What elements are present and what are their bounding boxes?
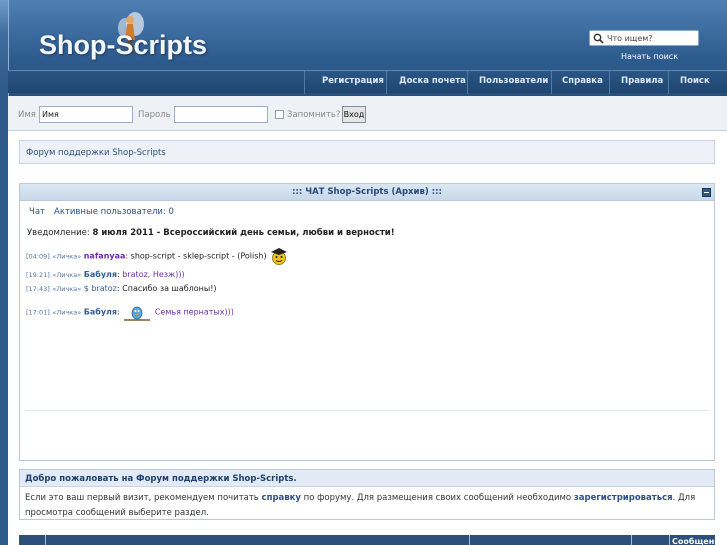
message-user[interactable]: Бабуля — [84, 308, 117, 317]
username-input[interactable]: Имя — [39, 106, 133, 123]
forum-table-header: Сообщени — [19, 535, 720, 545]
chat-panel: ::: ЧАТ Shop-Scripts (Архив) ::: Чат Акт… — [19, 183, 715, 461]
login-button[interactable]: Вход — [342, 106, 366, 123]
welcome-panel: Добро пожаловать на Форум поддержки Shop… — [19, 469, 715, 520]
search-submit-link[interactable]: Начать поиск — [621, 52, 678, 61]
username-label: Имя — [18, 110, 36, 120]
nav-divider — [304, 71, 305, 94]
nav-divider — [609, 71, 610, 94]
private-message-link[interactable]: «Личка» — [52, 285, 81, 293]
breadcrumb-forum-link[interactable]: Форум поддержки Shop-Scripts — [26, 148, 166, 158]
private-message-link[interactable]: «Личка» — [52, 309, 81, 317]
message-user[interactable]: Бабуля — [84, 270, 117, 279]
remember-label: Запомнить? — [287, 110, 341, 120]
column-divider — [669, 535, 670, 545]
notice-text: 8 июля 2011 - Всероссийский день семьи, … — [92, 228, 395, 238]
password-input[interactable] — [174, 106, 268, 123]
chat-message: [17:01] «Личка» Бабуля: Семья пернатых))… — [26, 302, 234, 322]
column-divider — [45, 535, 46, 545]
chat-body: Чат Активные пользователи: 0 Уведомление… — [20, 202, 714, 460]
nav-help[interactable]: Справка — [562, 76, 603, 86]
birds-smiley-icon — [124, 306, 151, 321]
nav-divider — [668, 71, 669, 94]
nav-search[interactable]: Поиск — [680, 76, 710, 86]
column-divider — [631, 535, 632, 545]
search-icon — [593, 33, 604, 44]
welcome-header: Добро пожаловать на Форум поддержки Shop… — [20, 470, 714, 487]
remember-checkbox[interactable] — [275, 110, 284, 119]
message-text: bratoz, Незж))) — [122, 270, 185, 279]
nav-rules[interactable]: Правила — [621, 76, 663, 86]
column-posts-label: Сообщени — [672, 537, 720, 545]
register-link[interactable]: зарегистрироваться — [574, 493, 673, 503]
column-divider — [469, 535, 470, 545]
login-bar: Имя Имя Пароль Запомнить? Вход — [8, 96, 727, 131]
welcome-text-part: по форуму. Для размещения своих сообщени… — [303, 493, 572, 503]
search-input[interactable]: Что ищем? — [589, 30, 699, 46]
help-link[interactable]: справку — [262, 493, 301, 503]
message-time: [04:09] — [26, 252, 50, 261]
page-content: Имя Имя Пароль Запомнить? Вход Форум под… — [8, 96, 727, 545]
nav-divider — [467, 71, 468, 94]
message-time: [17:01] — [26, 308, 50, 317]
welcome-text: Если это ваш первый визит, рекомендуем п… — [25, 491, 705, 521]
chat-input-area — [25, 410, 709, 458]
private-message-link[interactable]: «Личка» — [52, 271, 81, 279]
nav-divider — [551, 71, 552, 94]
welcome-title: Добро пожаловать на Форум поддержки Shop… — [25, 474, 297, 484]
password-label: Пароль — [138, 110, 171, 120]
tab-chat[interactable]: Чат — [29, 207, 45, 217]
message-user[interactable]: nafanyaa — [84, 252, 126, 261]
chat-notice: Уведомление: 8 июля 2011 - Всероссийский… — [27, 228, 395, 238]
nav-honor-board[interactable]: Доска почета — [399, 76, 466, 86]
chat-header: ::: ЧАТ Shop-Scripts (Архив) ::: — [20, 184, 714, 201]
chat-message: [17:43] «Личка» $ bratoz: Спасибо за шаб… — [26, 284, 217, 293]
site-header: Shop-Scripts Что ищем? Начать поиск Реги… — [0, 0, 727, 96]
chat-message: [04:09] «Личка» nafanyaa: shop-script - … — [26, 247, 289, 265]
notice-prefix: Уведомление: — [27, 228, 90, 238]
graduate-smiley-icon — [271, 248, 288, 265]
collapse-icon[interactable] — [702, 188, 711, 197]
private-message-link[interactable]: «Личка» — [52, 253, 81, 261]
nav-register[interactable]: Регистрация — [322, 76, 384, 86]
site-logo[interactable]: Shop-Scripts — [39, 30, 207, 61]
chat-message: [19:21] «Личка» Бабуля: bratoz, Незж))) — [26, 270, 185, 279]
main-navigation: Регистрация Доска почета Пользователи Сп… — [8, 70, 727, 94]
nav-divider — [386, 71, 387, 94]
nav-users[interactable]: Пользователи — [479, 76, 548, 86]
search-placeholder: Что ищем? — [607, 34, 653, 43]
message-text: Семья пернатых))) — [154, 307, 234, 317]
breadcrumb: Форум поддержки Shop-Scripts — [19, 140, 715, 164]
message-time: [17:43] — [26, 285, 50, 293]
message-time: [19:21] — [26, 271, 50, 279]
message-text: Спасибо за шаблоны!) — [122, 284, 217, 293]
message-user[interactable]: $ bratoz — [84, 284, 117, 293]
chat-title: ::: ЧАТ Shop-Scripts (Архив) ::: — [292, 187, 442, 197]
tab-active-users[interactable]: Активные пользователи: 0 — [54, 207, 174, 217]
welcome-text-part: Если это ваш первый визит, рекомендуем п… — [25, 493, 259, 503]
message-text: shop-script - sklep-script - (Polish) — [130, 251, 267, 261]
